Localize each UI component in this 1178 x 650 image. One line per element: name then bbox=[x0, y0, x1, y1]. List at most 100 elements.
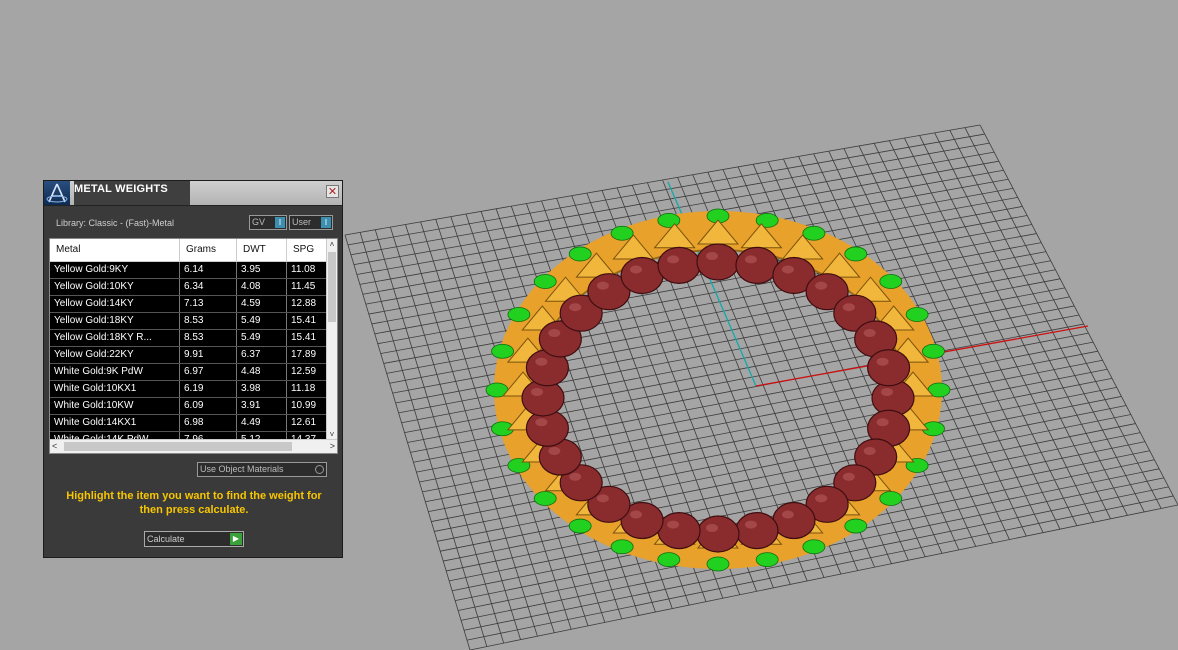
radio-icon[interactable] bbox=[315, 465, 324, 474]
grams-cell: 6.14 bbox=[180, 262, 237, 278]
prong bbox=[657, 552, 681, 568]
table-row[interactable]: White Gold:10KX1 6.19 3.98 11.18 bbox=[50, 381, 328, 398]
metal-cell: White Gold:10KX1 bbox=[50, 381, 180, 397]
dwt-cell: 3.98 bbox=[237, 381, 287, 397]
metal-cell: Yellow Gold:18KY bbox=[50, 313, 180, 329]
prong bbox=[507, 307, 531, 322]
ruby-gem bbox=[696, 515, 740, 553]
table-row[interactable]: White Gold:10KW 6.09 3.91 10.99 bbox=[50, 398, 328, 415]
gv-toggle[interactable]: GV I bbox=[249, 215, 287, 230]
horizontal-scroll-thumb[interactable] bbox=[64, 442, 292, 451]
prong bbox=[802, 225, 826, 241]
panel-title: METAL WEIGHTS bbox=[74, 181, 190, 205]
dwt-cell: 4.48 bbox=[237, 364, 287, 380]
prong bbox=[879, 274, 903, 289]
library-label: Library: Classic - (Fast)-Metal bbox=[56, 218, 175, 228]
prong bbox=[879, 491, 903, 506]
grams-cell: 8.53 bbox=[180, 313, 237, 329]
gem-highlight bbox=[630, 265, 643, 274]
vertical-scroll-thumb[interactable] bbox=[328, 252, 336, 322]
prong bbox=[610, 225, 634, 241]
gem-highlight bbox=[876, 418, 889, 427]
gem-highlight bbox=[815, 494, 828, 503]
metal-cell: Yellow Gold:14KY bbox=[50, 296, 180, 312]
table-header: Metal Grams DWT SPG bbox=[50, 239, 328, 262]
gem-highlight bbox=[842, 472, 855, 481]
panel-titlebar[interactable]: METAL WEIGHTS ✕ bbox=[44, 181, 342, 206]
prong bbox=[568, 518, 592, 534]
grams-cell: 6.97 bbox=[180, 364, 237, 380]
column-header-spg[interactable]: SPG bbox=[287, 239, 328, 261]
prong bbox=[533, 274, 557, 289]
metal-weights-table[interactable]: Metal Grams DWT SPG Yellow Gold:9KY 6.14 3… bbox=[49, 238, 338, 454]
gem-highlight bbox=[842, 303, 855, 312]
spg-cell: 11.18 bbox=[287, 381, 328, 397]
prong bbox=[844, 518, 868, 534]
dwt-cell: 4.49 bbox=[237, 415, 287, 431]
table-row[interactable]: Yellow Gold:18KY R... 8.53 5.49 15.41 bbox=[50, 330, 328, 347]
dwt-cell: 3.95 bbox=[237, 262, 287, 278]
gem-highlight bbox=[596, 281, 609, 290]
gem-highlight bbox=[569, 472, 582, 481]
table-row[interactable]: Yellow Gold:10KY 6.34 4.08 11.45 bbox=[50, 279, 328, 296]
gem-highlight bbox=[881, 388, 893, 396]
gem-highlight bbox=[706, 524, 718, 532]
ruby-gem bbox=[657, 511, 701, 550]
scroll-left-icon[interactable]: < bbox=[52, 440, 57, 453]
gem-highlight bbox=[535, 357, 548, 366]
scroll-right-icon[interactable]: > bbox=[330, 440, 335, 453]
scroll-up-icon[interactable]: ˄ bbox=[327, 240, 337, 250]
table-row[interactable]: Yellow Gold:14KY 7.13 4.59 12.88 bbox=[50, 296, 328, 313]
metal-cell: Yellow Gold:22KY bbox=[50, 347, 180, 363]
metal-cell: White Gold:9K PdW bbox=[50, 364, 180, 380]
table-row[interactable]: Yellow Gold:18KY 8.53 5.49 15.41 bbox=[50, 313, 328, 330]
gv-toggle-knob: I bbox=[275, 217, 285, 228]
dwt-cell: 3.91 bbox=[237, 398, 287, 414]
prong bbox=[802, 539, 826, 555]
calculate-label: Calculate bbox=[147, 534, 185, 544]
prong bbox=[491, 343, 514, 359]
column-header-dwt[interactable]: DWT bbox=[237, 239, 287, 261]
column-header-metal[interactable]: Metal bbox=[50, 239, 180, 261]
ruby-gem bbox=[735, 511, 779, 550]
close-button[interactable]: ✕ bbox=[326, 185, 339, 198]
spg-cell: 12.61 bbox=[287, 415, 328, 431]
column-header-grams[interactable]: Grams bbox=[180, 239, 237, 261]
use-object-materials-option[interactable]: Use Object Materials bbox=[197, 462, 327, 477]
ruby-gem bbox=[620, 256, 664, 295]
spg-cell: 12.88 bbox=[287, 296, 328, 312]
metal-cell: White Gold:14KX1 bbox=[50, 415, 180, 431]
user-toggle[interactable]: User I bbox=[289, 215, 333, 230]
prong bbox=[657, 212, 681, 228]
metal-cell: White Gold:10KW bbox=[50, 398, 180, 414]
gem-highlight bbox=[815, 281, 828, 290]
dwt-cell: 5.49 bbox=[237, 330, 287, 346]
gem-highlight bbox=[548, 447, 561, 456]
gem-highlight bbox=[863, 447, 876, 456]
metal-cell: Yellow Gold:9KY bbox=[50, 262, 180, 278]
table-row[interactable]: Yellow Gold:9KY 6.14 3.95 11.08 bbox=[50, 262, 328, 279]
grams-cell: 6.09 bbox=[180, 398, 237, 414]
gem-highlight bbox=[596, 494, 609, 503]
prong bbox=[922, 343, 945, 359]
prong bbox=[610, 539, 634, 555]
ruby-gem bbox=[696, 243, 740, 281]
table-rows: Yellow Gold:9KY 6.14 3.95 11.08 Yellow Gold… bbox=[50, 262, 328, 449]
table-row[interactable]: White Gold:9K PdW 6.97 4.48 12.59 bbox=[50, 364, 328, 381]
gem-highlight bbox=[531, 388, 543, 396]
prong bbox=[568, 246, 592, 262]
grams-cell: 9.91 bbox=[180, 347, 237, 363]
gem-highlight bbox=[535, 418, 548, 427]
spg-cell: 15.41 bbox=[287, 330, 328, 346]
dwt-cell: 4.59 bbox=[237, 296, 287, 312]
gem-highlight bbox=[667, 520, 680, 529]
table-row[interactable]: Yellow Gold:22KY 9.91 6.37 17.89 bbox=[50, 347, 328, 364]
horizontal-scrollbar[interactable]: < > bbox=[50, 439, 337, 453]
vertical-scrollbar[interactable]: ˄ ˅ bbox=[326, 239, 337, 441]
gem-highlight bbox=[781, 265, 794, 274]
calculate-button[interactable]: Calculate ▶ bbox=[144, 531, 244, 547]
prong bbox=[844, 246, 868, 262]
table-row[interactable]: White Gold:14KX1 6.98 4.49 12.61 bbox=[50, 415, 328, 432]
grams-cell: 6.19 bbox=[180, 381, 237, 397]
spg-cell: 11.08 bbox=[287, 262, 328, 278]
